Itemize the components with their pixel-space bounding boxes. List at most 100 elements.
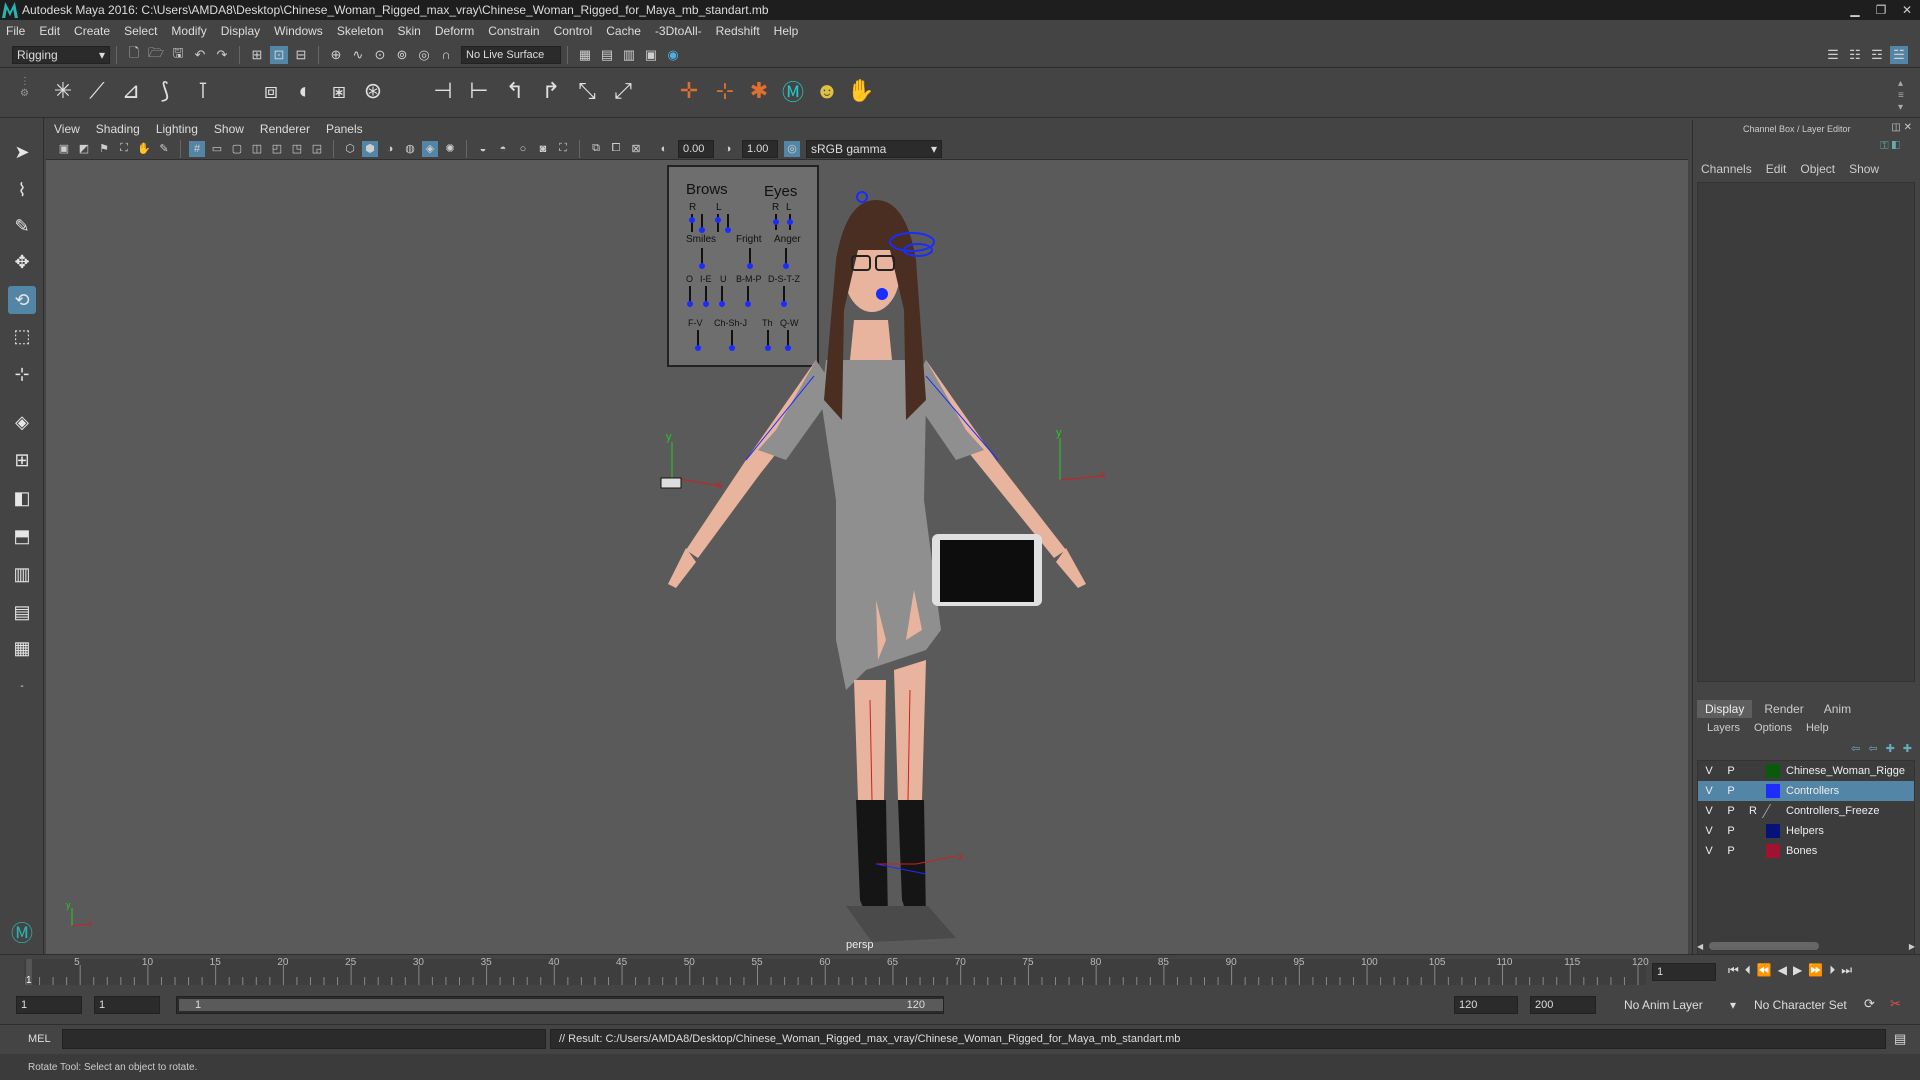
menu-cache[interactable]: Cache [606,24,641,38]
select-hierarchy-icon[interactable]: ⊞ [248,46,266,64]
gate-mask-icon[interactable]: ◫ [249,141,265,157]
persp-outliner-icon[interactable]: ▥ [8,560,36,588]
frame-all-icon[interactable]: ⧉ [588,141,604,157]
joint-tool-icon[interactable]: ✳ [50,78,76,104]
move-layer-down-icon[interactable]: ⇦ [1868,742,1877,755]
rotate-tool-icon[interactable]: ⟲ [8,286,36,314]
step-back-key-icon[interactable]: ⏴ [1745,963,1751,978]
layout-outliner-icon[interactable]: ☲ [1868,46,1886,64]
snap-surface-icon[interactable]: ◎ [415,46,433,64]
tab-anim[interactable]: Anim [1816,700,1859,718]
render-settings-icon[interactable]: ▥ [620,46,638,64]
viewport-menu-show[interactable]: Show [214,122,244,136]
minimize-button[interactable]: ▁ [1842,0,1868,20]
camera-select-icon[interactable]: ▣ [56,141,72,157]
frame-selected-icon[interactable]: ⧠ [608,141,624,157]
bind-skin-icon[interactable]: ⧈ [258,78,284,104]
layer-visibility-toggle[interactable]: V [1698,845,1720,857]
channel-key-icon[interactable]: ⚿ ◧ [1880,140,1900,153]
channel-list[interactable] [1697,182,1915,682]
hypershade-layout-icon[interactable]: ▦ [8,634,36,662]
scroll-right-icon[interactable]: ▶ [1909,942,1915,951]
menu-modify[interactable]: Modify [171,24,206,38]
layer-display-type[interactable]: R [1742,805,1764,817]
2d-pan-icon[interactable]: ✋ [136,141,152,157]
ik-handle-icon[interactable]: ⊿ [118,78,144,104]
viewport-menu-lighting[interactable]: Lighting [156,122,198,136]
range-handle[interactable] [179,999,943,1011]
scene-canvas[interactable]: Brows Eyes R L R L Smiles Fright Anger O… [46,160,1688,954]
layer-color-swatch[interactable] [1766,784,1780,798]
menuset-dropdown[interactable]: Rigging ▾ [12,45,110,64]
menu-file[interactable]: File [6,24,25,38]
current-frame-field[interactable]: 1 [1652,963,1716,981]
snap-point-icon[interactable]: ⊙ [371,46,389,64]
layer-scrollbar[interactable]: ◀ ▶ [1697,940,1915,952]
scroll-thumb[interactable] [1709,942,1820,950]
layer-playback-toggle[interactable]: P [1720,805,1742,817]
show-menu[interactable]: Show [1849,162,1879,176]
aim-constraint-icon[interactable]: ↱ [538,78,564,104]
character-control-icon[interactable]: ☻ [814,78,840,104]
scroll-left-icon[interactable]: ◀ [1697,942,1703,951]
cluster-icon[interactable]: ⊛ [360,78,386,104]
render-frame-icon[interactable]: ▦ [576,46,594,64]
layer-row[interactable]: V P R Controllers_Freeze [1698,801,1914,821]
menu-deform[interactable]: Deform [435,24,474,38]
lasso-tool-icon[interactable]: ⌇ [8,176,36,204]
side-by-side-icon[interactable]: ◧ [8,484,36,512]
layer-playback-toggle[interactable]: P [1720,765,1742,777]
paint-select-icon[interactable]: ✎ [8,212,36,240]
handbag[interactable] [932,534,1042,606]
right-wrist-manipulator[interactable]: y x [1056,427,1106,481]
options-menu[interactable]: Options [1754,722,1792,734]
snap-magnet-icon[interactable]: ∩ [437,46,455,64]
menu-display[interactable]: Display [221,24,260,38]
camera-attr-icon[interactable]: ◩ [76,141,92,157]
snap-curve-icon[interactable]: ∿ [349,46,367,64]
step-forward-key-icon[interactable]: ⏵ [1829,963,1835,978]
four-pane-icon[interactable]: ⊞ [8,446,36,474]
layer-row[interactable]: V P Bones [1698,841,1914,861]
safe-title-icon[interactable]: ◲ [309,141,325,157]
close-button[interactable]: ✕ [1894,0,1920,20]
safe-action-icon[interactable]: ◳ [289,141,305,157]
menu-select[interactable]: Select [124,24,157,38]
new-layer-selected-icon[interactable]: ✚ [1903,742,1912,755]
layer-visibility-toggle[interactable]: V [1698,825,1720,837]
scale-tool-icon[interactable]: ⬚ [8,322,36,350]
insert-joint-icon[interactable]: ⟋ [84,78,110,104]
layer-visibility-toggle[interactable]: V [1698,785,1720,797]
time-slider[interactable]: 5 10 15 20 25 30 35 40 45 50 55 60 65 70 75 80 85 90 95 100… [0,954,1920,988]
edit-menu[interactable]: Edit [1766,162,1787,176]
field-chart-icon[interactable]: ◰ [269,141,285,157]
xray-joints-icon[interactable]: ◓ [495,141,511,157]
single-pane-icon[interactable]: ◈ [8,408,36,436]
layer-color-swatch[interactable] [1766,844,1780,858]
move-layer-up-icon[interactable]: ⇦ [1851,742,1860,755]
mirror-joint-icon[interactable]: ⊺ [190,78,216,104]
shadows-icon[interactable]: ✺ [442,141,458,157]
select-object-icon[interactable]: ⊡ [270,45,288,64]
menu-redshift[interactable]: Redshift [716,24,760,38]
wireframe-on-shaded-icon[interactable]: ◑ [382,141,398,157]
live-surface-field[interactable]: No Live Surface [461,45,561,64]
smooth-shade-icon[interactable]: ⬢ [362,140,378,157]
universal-manip-icon[interactable]: ⊹ [8,360,36,388]
start-time-field[interactable]: 1 [16,996,82,1014]
open-scene-icon[interactable]: 🗁 [147,45,165,64]
custom-layout-icon[interactable]: - [8,672,36,700]
object-menu[interactable]: Object [1800,162,1835,176]
layer-list[interactable]: V P Chinese_Woman_Rigge V P Controllers V P R Con… [1697,760,1915,960]
layer-row[interactable]: V P Helpers [1698,821,1914,841]
shelf-handle-icon[interactable]: ⋮ ⚙ [20,76,30,112]
new-layer-icon[interactable]: ✚ [1886,742,1895,755]
stacked-pane-icon[interactable]: ⬒ [8,522,36,550]
menu-control[interactable]: Control [554,24,593,38]
layer-visibility-toggle[interactable]: V [1698,805,1720,817]
menu-edit[interactable]: Edit [39,24,60,38]
redo-icon[interactable]: ↷ [213,46,231,64]
viewport-menu-shading[interactable]: Shading [96,122,140,136]
snap-view-icon[interactable]: ⊚ [393,46,411,64]
viewport-persp[interactable]: Brows Eyes R L R L Smiles Fright Anger O… [46,160,1688,954]
